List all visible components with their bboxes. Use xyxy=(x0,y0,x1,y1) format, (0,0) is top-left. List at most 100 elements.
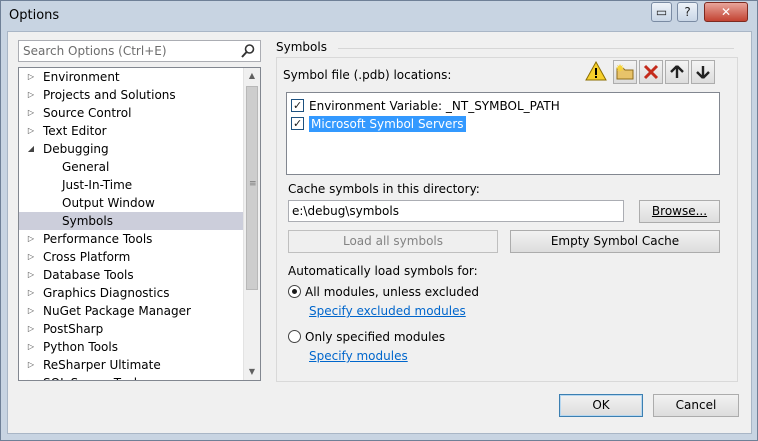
move-up-button[interactable] xyxy=(665,60,689,84)
help-button[interactable]: ? xyxy=(677,2,698,22)
collapsed-arrow-icon[interactable]: ▷ xyxy=(26,266,36,284)
move-down-button[interactable] xyxy=(691,60,715,84)
tree-item[interactable]: ▷ Graphics Diagnostics xyxy=(19,284,260,302)
location-label: Environment Variable: _NT_SYMBOL_PATH xyxy=(309,99,560,113)
tree-item-label: General xyxy=(62,160,110,174)
collapsed-arrow-icon[interactable]: ▷ xyxy=(26,104,36,122)
list-item[interactable]: Environment Variable: _NT_SYMBOL_PATH xyxy=(291,97,560,115)
dialog-client-area: ▷ Environment ▷ Projects and Solutions ▷ Sour… xyxy=(7,31,752,434)
cancel-button[interactable]: Cancel xyxy=(653,394,739,417)
collapsed-arrow-icon[interactable]: ▷ xyxy=(26,374,36,380)
tree-item-label: NuGet Package Manager xyxy=(43,304,191,318)
ok-button[interactable]: OK xyxy=(559,394,643,417)
tree-item-label: ReSharper Ultimate xyxy=(43,358,161,372)
restore-icon: ▭ xyxy=(655,5,668,19)
move-down-icon xyxy=(696,66,710,79)
tree-scrollbar[interactable]: ▲ ≡ ▼ xyxy=(243,68,260,380)
move-up-icon xyxy=(670,65,684,78)
location-label: Microsoft Symbol Servers xyxy=(309,116,466,132)
tree-item[interactable]: Output Window xyxy=(19,194,260,212)
tree-item[interactable]: ▷ NuGet Package Manager xyxy=(19,302,260,320)
symbol-locations-list: Environment Variable: _NT_SYMBOL_PATH Mi… xyxy=(286,92,720,175)
location-checkbox[interactable] xyxy=(291,115,304,133)
empty-cache-label: Empty Symbol Cache xyxy=(550,234,680,248)
collapsed-arrow-icon[interactable]: ▷ xyxy=(26,230,36,248)
section-divider xyxy=(338,48,734,49)
new-location-button[interactable] xyxy=(613,60,637,84)
scroll-up-icon[interactable]: ▲ xyxy=(244,68,260,84)
tree-item[interactable]: ▷ SQL Server Tools xyxy=(19,374,260,380)
tree-item-label: Symbols xyxy=(62,214,113,228)
all-modules-radio[interactable] xyxy=(288,285,301,298)
close-button[interactable]: ✕ xyxy=(704,2,748,22)
tree-item[interactable]: Symbols xyxy=(19,212,260,230)
location-checkbox[interactable] xyxy=(291,97,304,115)
collapsed-arrow-icon[interactable]: ▷ xyxy=(26,86,36,104)
collapsed-arrow-icon[interactable]: ▷ xyxy=(26,356,36,374)
collapsed-arrow-icon[interactable]: ▷ xyxy=(26,338,36,356)
ok-label: OK xyxy=(592,398,610,412)
tree-item[interactable]: ▷ Projects and Solutions xyxy=(19,86,260,104)
tree-item-label: Source Control xyxy=(43,106,132,120)
load-all-label: Load all symbols xyxy=(342,234,444,248)
load-all-symbols-button[interactable]: Load all symbols xyxy=(288,230,498,253)
tree-item[interactable]: Just-In-Time xyxy=(19,176,260,194)
tree-item[interactable]: ▷ Text Editor xyxy=(19,122,260,140)
only-specified-label: Only specified modules xyxy=(305,330,446,344)
search-icon[interactable] xyxy=(240,43,256,62)
tree-item[interactable]: General xyxy=(19,158,260,176)
locations-label: Symbol file (.pdb) locations: xyxy=(283,68,452,82)
collapsed-arrow-icon[interactable]: ▷ xyxy=(26,248,36,266)
tree-item-label: PostSharp xyxy=(43,322,104,336)
empty-symbol-cache-button[interactable]: Empty Symbol Cache xyxy=(510,230,720,253)
tree-item[interactable]: ▷ Environment xyxy=(19,68,260,86)
help-icon: ? xyxy=(684,5,691,19)
tree-item[interactable]: ▷ Performance Tools xyxy=(19,230,260,248)
tree-item-label: Just-In-Time xyxy=(62,178,133,192)
tree-item[interactable]: ◢ Debugging xyxy=(19,140,260,158)
tree-item-label: Performance Tools xyxy=(43,232,153,246)
browse-label: Browse... xyxy=(651,204,708,218)
list-item[interactable]: Microsoft Symbol Servers xyxy=(291,115,466,133)
tree-item[interactable]: ▷ Python Tools xyxy=(19,338,260,356)
tree-item-label: Database Tools xyxy=(43,268,134,282)
tree-item[interactable]: ▷ Database Tools xyxy=(19,266,260,284)
title-bar: Options ▭ ? ✕ xyxy=(1,1,757,31)
tree-item-label: Cross Platform xyxy=(43,250,131,264)
tree-item-label: Text Editor xyxy=(43,124,107,138)
tree-item-label: Debugging xyxy=(43,142,109,156)
specify-modules-link[interactable]: Specify modules xyxy=(309,349,408,363)
search-input[interactable] xyxy=(19,41,229,61)
all-modules-option[interactable]: All modules, unless excluded xyxy=(288,285,479,299)
close-icon: ✕ xyxy=(720,5,732,19)
tree-item-label: Environment xyxy=(43,70,120,84)
grip-icon: ≡ xyxy=(249,179,257,189)
cache-path-input[interactable]: e:\debug\symbols xyxy=(288,200,624,222)
tree-item[interactable]: ▷ Cross Platform xyxy=(19,248,260,266)
collapsed-arrow-icon[interactable]: ▷ xyxy=(26,122,36,140)
only-specified-modules-option[interactable]: Only specified modules xyxy=(288,330,445,344)
only-specified-radio[interactable] xyxy=(288,330,301,343)
tree-item-label: SQL Server Tools xyxy=(43,374,143,380)
expanded-arrow-icon[interactable]: ◢ xyxy=(26,140,36,158)
tree-item[interactable]: ▷ PostSharp xyxy=(19,320,260,338)
options-dialog: Options ▭ ? ✕ ▷ Environment ▷ Projects and … xyxy=(0,0,758,441)
browse-button[interactable]: Browse... xyxy=(639,200,720,223)
tree-item-label: Graphics Diagnostics xyxy=(43,286,170,300)
all-modules-label: All modules, unless excluded xyxy=(305,285,480,299)
tree-item[interactable]: ▷ Source Control xyxy=(19,104,260,122)
scroll-thumb[interactable]: ≡ xyxy=(246,86,258,290)
collapsed-arrow-icon[interactable]: ▷ xyxy=(26,68,36,86)
auto-load-label: Automatically load symbols for: xyxy=(288,264,478,278)
cancel-label: Cancel xyxy=(675,398,717,412)
collapsed-arrow-icon[interactable]: ▷ xyxy=(26,302,36,320)
specify-excluded-modules-link[interactable]: Specify excluded modules xyxy=(309,304,466,318)
tree-item-label: Python Tools xyxy=(43,340,118,354)
tree-item-label: Output Window xyxy=(62,196,155,210)
collapsed-arrow-icon[interactable]: ▷ xyxy=(26,284,36,302)
scroll-down-icon[interactable]: ▼ xyxy=(244,364,260,380)
restore-button[interactable]: ▭ xyxy=(651,2,672,22)
delete-location-button[interactable] xyxy=(639,60,663,84)
collapsed-arrow-icon[interactable]: ▷ xyxy=(26,320,36,338)
tree-item[interactable]: ▷ ReSharper Ultimate xyxy=(19,356,260,374)
